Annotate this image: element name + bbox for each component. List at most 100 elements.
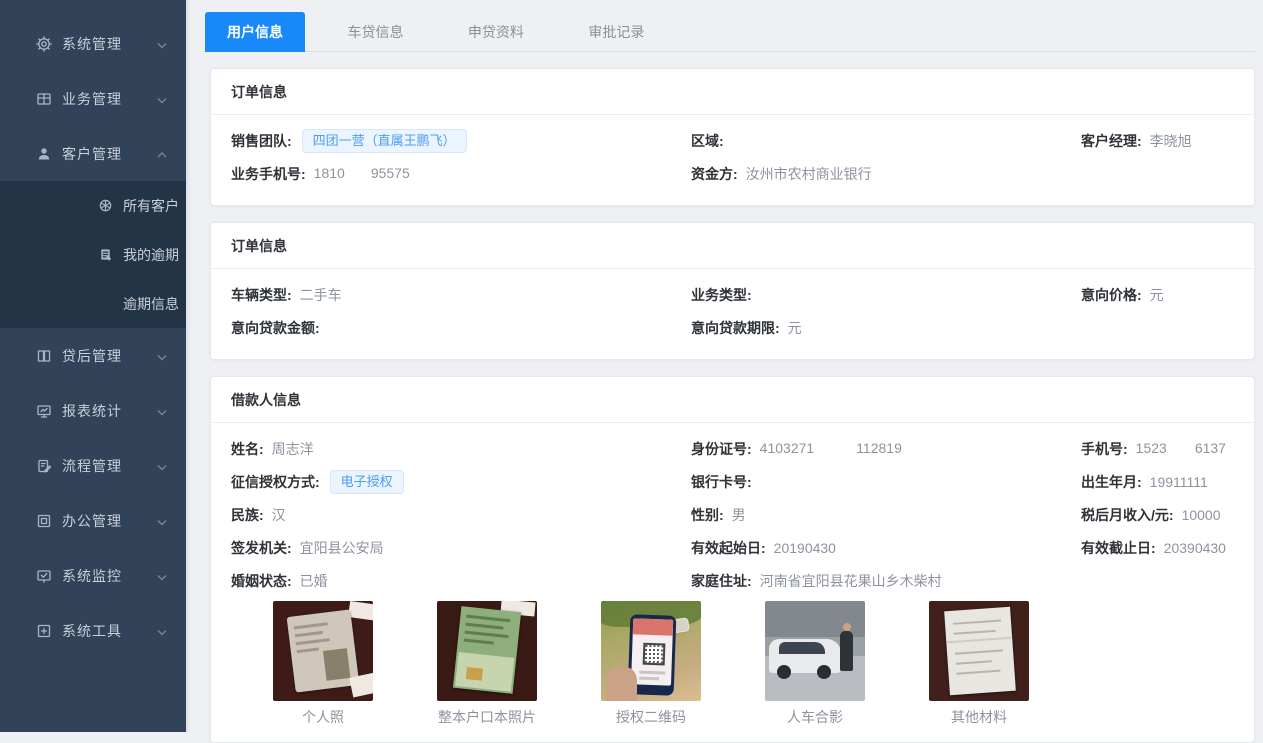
chevron-down-icon [156,93,168,105]
valid-from-value: 20190430 [774,540,836,556]
photo-id-card-thumbnail[interactable] [273,601,373,701]
order-info-card-1: 订单信息 销售团队: 四团一营（直属王鹏飞） 区域: 客户经理: 李晓旭 业务手 [210,68,1255,206]
sales-team-label: 销售团队: [231,131,292,151]
issuing-authority-value: 宜阳县公安局 [300,538,384,558]
gear-icon [36,36,52,52]
photo-auth-qr-code-thumbnail[interactable] [601,601,701,701]
photo-art [769,639,841,673]
chevron-down-icon [156,405,168,417]
redaction-patch [814,443,856,457]
sidebar-item-label: 系统管理 [62,34,156,54]
account-manager-value: 李晓旭 [1150,131,1192,151]
sidebar: 系统管理 业务管理 客户管理 所有客户 我的逾期 逾期信息 [0,0,186,732]
sidebar-item-post-loan-management[interactable]: 贷后管理 [0,328,186,383]
funder-label: 资金方: [691,164,738,184]
sidebar-item-label: 业务管理 [62,89,156,109]
birth-date-label: 出生年月: [1081,472,1142,492]
photo-document-paper-thumbnail[interactable] [929,601,1029,701]
gender-value: 男 [732,505,746,525]
sidebar-item-all-customers[interactable]: 所有客户 [0,181,186,230]
sidebar-item-my-overdue[interactable]: 我的逾期 [0,230,186,279]
bank-card-label: 银行卡号: [691,472,752,492]
photo-art [349,673,373,698]
sidebar-item-business-management[interactable]: 业务管理 [0,71,186,126]
name-value: 周志洋 [272,439,314,459]
chevron-up-icon [156,148,168,160]
gender-label: 性别: [691,505,724,525]
funder-value: 汝州市农村商业银行 [746,164,872,184]
name-label: 姓名: [231,439,264,459]
mobile-value: 15236137 [1136,440,1226,456]
sidebar-item-label: 我的逾期 [123,245,179,265]
chevron-down-icon [156,515,168,527]
card-title: 借款人信息 [211,377,1254,423]
photo-caption: 整本户口本照片 [437,707,537,727]
photo-person-with-car-thumbnail[interactable] [765,601,865,701]
home-address-value: 河南省宜阳县花果山乡木柴村 [760,571,942,591]
tab-car-loan-info[interactable]: 车贷信息 [325,12,425,52]
photo-caption: 人车合影 [765,707,865,727]
redaction-patch [345,168,371,182]
valid-to-value: 20390430 [1164,540,1226,556]
chevron-down-icon [156,460,168,472]
user-icon [36,146,52,162]
redaction-patch [1167,443,1195,457]
valid-from-label: 有效起始日: [691,538,766,558]
sidebar-item-process-management[interactable]: 流程管理 [0,438,186,493]
chevron-down-icon [156,625,168,637]
photo-art [944,607,1016,695]
photo-art [287,609,360,692]
loan-term-value: 元 [788,318,802,338]
sidebar-item-system-management[interactable]: 系统管理 [0,16,186,71]
business-phone-value: 181095575 [314,165,410,181]
ethnicity-label: 民族: [231,505,264,525]
sidebar-item-customer-management[interactable]: 客户管理 [0,126,186,181]
clipboard-edit-icon [36,458,52,474]
chevron-down-icon [156,350,168,362]
order-info-card-2: 订单信息 车辆类型: 二手车 业务类型: 意向价格: 元 意向贷款金额: [210,222,1255,360]
sidebar-item-label: 流程管理 [62,456,156,476]
sidebar-item-office-management[interactable]: 办公管理 [0,493,186,548]
photo-caption: 其他材料 [929,707,1029,727]
sidebar-item-label: 办公管理 [62,511,156,531]
photo-art [840,631,853,671]
tab-user-info[interactable]: 用户信息 [205,12,305,52]
home-address-label: 家庭住址: [691,571,752,591]
sidebar-item-label: 客户管理 [62,144,156,164]
photo-household-register-thumbnail[interactable] [437,601,537,701]
business-phone-label: 业务手机号: [231,164,306,184]
birth-date-value: 19911111 [1150,474,1208,490]
photo-caption: 个人照 [273,707,373,727]
chevron-down-icon [156,570,168,582]
photo-caption: 授权二维码 [601,707,701,727]
sidebar-item-label: 逾期信息 [123,294,179,314]
sidebar-item-label: 贷后管理 [62,346,156,366]
photo-art [348,601,373,621]
photo-captions: 个人照 整本户口本照片 授权二维码 人车合影 其他材料 [273,707,1234,727]
tab-loan-application-docs[interactable]: 申贷资料 [446,12,546,52]
ethnicity-value: 汉 [272,505,286,525]
sidebar-item-label: 系统工具 [62,621,156,641]
credit-auth-tag: 电子授权 [330,470,404,494]
loan-term-label: 意向贷款期限: [691,318,780,338]
detail-tabs: 用户信息 车贷信息 申贷资料 审批记录 [205,12,1255,52]
grid-icon [36,91,52,107]
intent-price-value: 元 [1150,285,1164,305]
sidebar-item-overdue-info[interactable]: 逾期信息 [0,279,186,328]
monthly-income-label: 税后月收入/元: [1081,505,1174,525]
intent-price-label: 意向价格: [1081,285,1142,305]
credit-auth-label: 征信授权方式: [231,472,320,492]
vehicle-type-label: 车辆类型: [231,285,292,305]
box-plus-icon [36,623,52,639]
tab-approval-records[interactable]: 审批记录 [566,12,666,52]
sidebar-item-system-monitor[interactable]: 系统监控 [0,548,186,603]
main-content: 用户信息 车贷信息 申贷资料 审批记录 订单信息 销售团队: 四团一营（直属王鹏… [186,0,1263,732]
marital-status-value: 已婚 [300,571,328,591]
columns-icon [36,348,52,364]
sidebar-item-system-tools[interactable]: 系统工具 [0,603,186,658]
photo-art [607,667,637,701]
borrower-info-card: 借款人信息 姓名: 周志洋 身份证号: 4103271112819 手机号: 1… [210,376,1255,743]
chevron-down-icon [156,38,168,50]
monthly-income-value: 10000 [1182,507,1221,523]
sidebar-item-report-statistics[interactable]: 报表统计 [0,383,186,438]
